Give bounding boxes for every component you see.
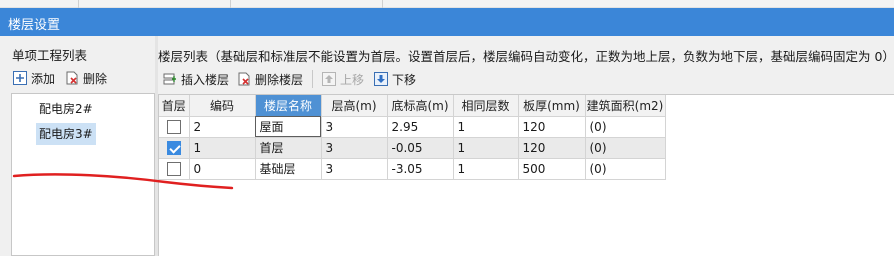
floor-name-cell[interactable]: 屋面 <box>255 116 322 138</box>
table-row-selected[interactable]: 1 首层 3 -0.05 1 120 (0) <box>159 137 666 159</box>
height-cell[interactable]: 3 <box>321 158 388 180</box>
project-list-item[interactable]: 配电房2# <box>36 98 96 120</box>
column-header-floor-name[interactable]: 楼层名称 <box>255 95 322 117</box>
project-list-toolbar: 添加 删除 <box>10 67 110 89</box>
first-floor-cell[interactable] <box>159 158 190 180</box>
slab-thickness-cell[interactable]: 120 <box>518 137 586 159</box>
code-cell[interactable]: 2 <box>189 116 256 138</box>
delete-project-label: 删除 <box>83 71 108 86</box>
first-floor-checkbox[interactable] <box>166 119 181 134</box>
title-bar[interactable]: 楼层设置 <box>0 8 894 36</box>
delete-floor-label: 删除楼层 <box>255 72 304 87</box>
floor-area-cell: (0) <box>585 116 666 138</box>
delete-floor-icon <box>237 72 251 86</box>
column-header-floor-area[interactable]: 建筑面积(m2) <box>585 95 666 117</box>
window-title: 楼层设置 <box>8 18 61 33</box>
add-project-button[interactable]: 添加 <box>10 68 58 88</box>
same-count-cell[interactable]: 1 <box>453 158 519 180</box>
delete-floor-button[interactable]: 删除楼层 <box>234 69 306 89</box>
table-row[interactable]: 0 基础层 3 -3.05 1 500 (0) <box>159 158 666 180</box>
move-up-label: 上移 <box>340 72 365 87</box>
column-header-first-floor[interactable]: 首层 <box>159 95 190 117</box>
same-count-cell[interactable]: 1 <box>453 116 519 138</box>
first-floor-cell[interactable] <box>159 116 190 138</box>
slab-thickness-cell[interactable]: 500 <box>518 158 586 180</box>
bottom-elevation-cell[interactable]: -0.05 <box>387 137 454 159</box>
insert-floor-icon <box>163 72 177 86</box>
strip-divider <box>230 0 231 8</box>
floor-name-cell[interactable]: 首层 <box>255 137 322 159</box>
floor-area-cell: (0) <box>585 137 666 159</box>
insert-floor-label: 插入楼层 <box>181 72 230 87</box>
project-list-item-selected[interactable]: 配电房3# <box>36 123 96 145</box>
table-header-row: 首层 编码 楼层名称 层高(m) 底标高(m) 相同层数 板厚(mm) 建筑面积… <box>159 95 666 117</box>
code-cell[interactable]: 1 <box>189 137 256 159</box>
column-header-code[interactable]: 编码 <box>189 95 256 117</box>
same-count-cell[interactable]: 1 <box>453 137 519 159</box>
height-cell[interactable]: 3 <box>321 116 388 138</box>
floor-list-panel: 楼层列表（基础层和标准层不能设置为首层。设置首层后，楼层编码自动变化，正数为地上… <box>158 36 894 256</box>
floor-name-cell[interactable]: 基础层 <box>255 158 322 180</box>
project-list-heading: 单项工程列表 <box>12 48 88 63</box>
column-header-bottom-elevation[interactable]: 底标高(m) <box>387 95 454 117</box>
strip-divider <box>382 0 383 8</box>
bottom-elevation-cell[interactable]: -3.05 <box>387 158 454 180</box>
background-window-strip <box>0 0 894 8</box>
delete-project-button[interactable]: 删除 <box>62 68 110 88</box>
first-floor-checkbox[interactable] <box>166 161 181 176</box>
insert-floor-button[interactable]: 插入楼层 <box>160 69 232 89</box>
first-floor-cell[interactable] <box>159 137 190 159</box>
first-floor-checkbox-checked[interactable] <box>166 140 181 155</box>
delete-icon <box>65 71 79 85</box>
table-row[interactable]: 2 屋面 3 2.95 1 120 (0) <box>159 116 666 138</box>
project-list-panel: 单项工程列表 添加 删除 配电房2# 配电房3# <box>0 36 155 256</box>
move-up-button[interactable]: 上移 <box>319 69 367 89</box>
column-header-slab-thickness[interactable]: 板厚(mm) <box>518 95 586 117</box>
strip-divider <box>78 0 79 8</box>
arrow-up-icon <box>322 72 337 86</box>
dialog-body: 单项工程列表 添加 删除 配电房2# 配电房3# 楼层列表（基础层和标准层不能设… <box>0 36 894 256</box>
floor-area-cell: (0) <box>585 158 666 180</box>
project-list: 配电房2# 配电房3# <box>11 93 155 256</box>
arrow-down-icon <box>374 72 389 86</box>
toolbar-separator <box>312 70 314 88</box>
column-header-same-count[interactable]: 相同层数 <box>453 95 519 117</box>
floor-list-toolbar: 插入楼层 删除楼层 上移 下移 <box>160 68 419 90</box>
floor-list-heading: 楼层列表（基础层和标准层不能设置为首层。设置首层后，楼层编码自动变化，正数为地上… <box>158 49 894 64</box>
column-header-height[interactable]: 层高(m) <box>321 95 388 117</box>
slab-thickness-cell[interactable]: 120 <box>518 116 586 138</box>
height-cell[interactable]: 3 <box>321 137 388 159</box>
code-cell[interactable]: 0 <box>189 158 256 180</box>
add-project-label: 添加 <box>31 71 56 86</box>
add-icon <box>13 71 27 85</box>
move-down-label: 下移 <box>392 72 417 87</box>
floor-table-container: 首层 编码 楼层名称 层高(m) 底标高(m) 相同层数 板厚(mm) 建筑面积… <box>158 94 894 256</box>
floor-table: 首层 编码 楼层名称 层高(m) 底标高(m) 相同层数 板厚(mm) 建筑面积… <box>159 95 666 180</box>
move-down-button[interactable]: 下移 <box>371 69 419 89</box>
bottom-elevation-cell[interactable]: 2.95 <box>387 116 454 138</box>
